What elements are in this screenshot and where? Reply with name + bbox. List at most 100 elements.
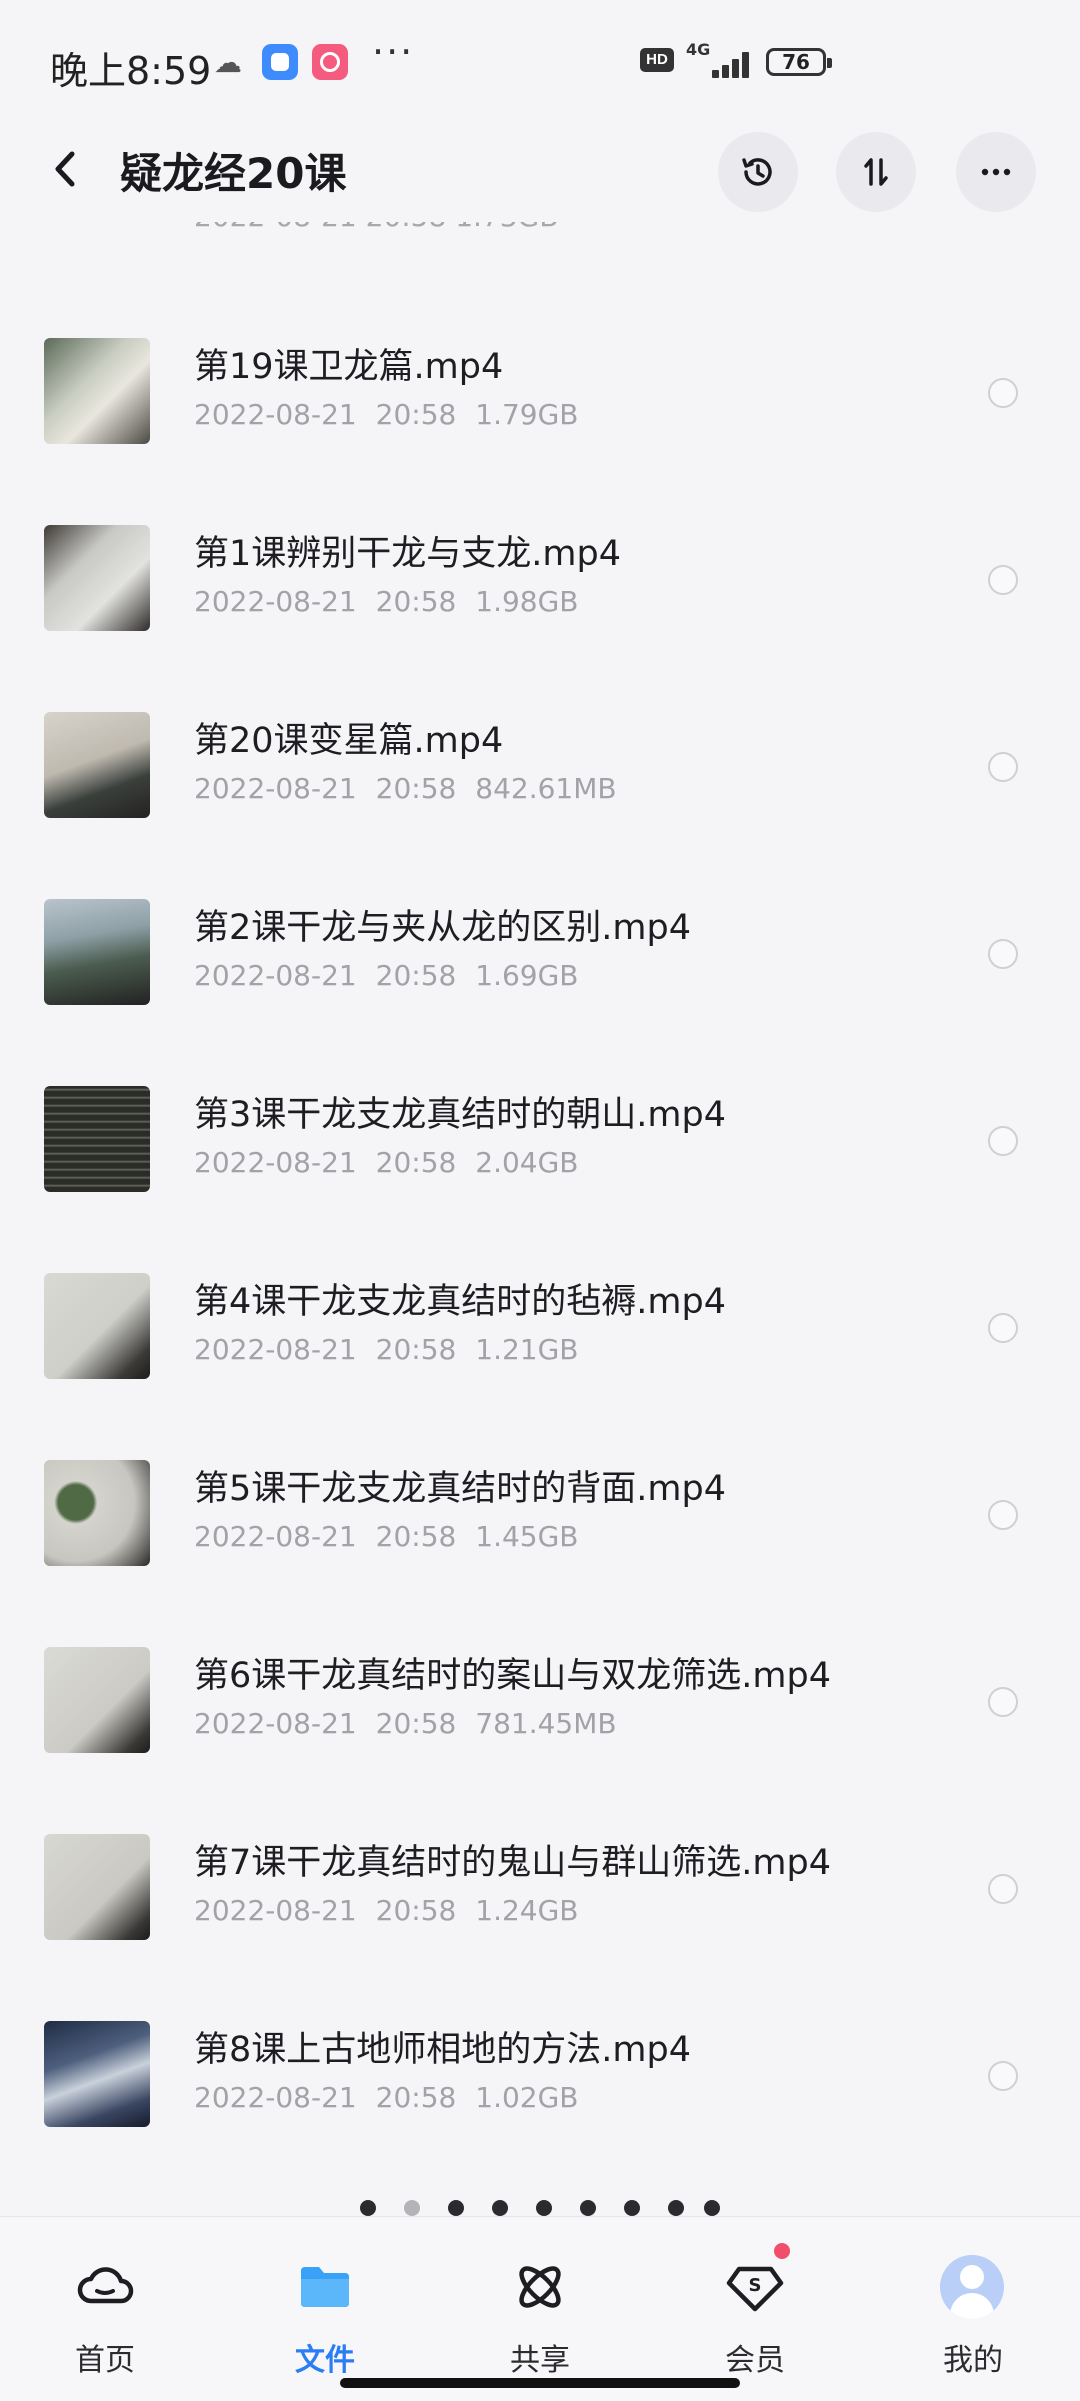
back-icon[interactable] [46, 144, 86, 194]
file-meta: 2022-08-21 20:58 1.45GB [194, 1520, 579, 1553]
file-name: 第4课干龙支龙真结时的毡褥.mp4 [194, 1282, 726, 1322]
file-size: 842.61MB [475, 772, 617, 805]
file-time: 20:58 [375, 772, 457, 805]
sort-button[interactable] [836, 132, 916, 212]
file-meta: 2022-08-21 20:58 1.02GB [194, 2081, 579, 2114]
notification-dot [774, 2243, 790, 2259]
home-indicator[interactable] [340, 2378, 740, 2388]
file-meta: 2022-08-21 20:58 2.04GB [194, 1146, 579, 1179]
nav-label: 我的 [943, 2343, 1003, 2378]
video-thumbnail [44, 2021, 150, 2127]
svg-text:S: S [749, 2275, 762, 2296]
file-time: 20:58 [375, 398, 457, 431]
file-date: 2022-08-21 [194, 772, 357, 805]
nav-member[interactable]: S 会员 [680, 2235, 830, 2385]
nav-home[interactable]: 首页 [30, 2235, 180, 2385]
more-notifications-icon: ··· [372, 30, 415, 74]
file-row[interactable]: 第5课干龙支龙真结时的背面.mp4 2022-08-21 20:58 1.45G… [0, 1450, 1080, 1637]
page-dot [668, 2200, 684, 2216]
avatar-icon [940, 2255, 1004, 2319]
file-meta: 2022-08-21 20:58 781.45MB [194, 1707, 617, 1740]
file-date: 2022-08-21 [194, 398, 357, 431]
file-row[interactable]: 第7课干龙真结时的鬼山与群山筛选.mp4 2022-08-21 20:58 1.… [0, 1824, 1080, 2011]
file-meta: 2022-08-21 20:58 1.79GB [194, 398, 579, 431]
member-diamond-icon: S [726, 2266, 784, 2312]
page-dot [492, 2200, 508, 2216]
nav-profile[interactable]: 我的 [898, 2235, 1048, 2385]
nav-files[interactable]: 文件 [250, 2235, 400, 2385]
file-row[interactable]: 第3课干龙支龙真结时的朝山.mp4 2022-08-21 20:58 2.04G… [0, 1076, 1080, 1263]
select-checkbox[interactable] [988, 2061, 1018, 2091]
page-dot [704, 2200, 720, 2216]
header-bar: 疑龙经20课 [0, 120, 1080, 220]
select-checkbox[interactable] [988, 1126, 1018, 1156]
file-row[interactable]: 第8课上古地师相地的方法.mp4 2022-08-21 20:58 1.02GB [0, 2011, 1080, 2198]
video-thumbnail [44, 525, 150, 631]
battery-icon: 76 [766, 48, 832, 76]
select-checkbox[interactable] [988, 378, 1018, 408]
file-list[interactable]: 2022-08-21 20:58 1.73GB 第19课卫龙篇.mp4 2022… [0, 222, 1080, 2202]
file-size: 1.79GB [475, 398, 579, 431]
hd-voice-icon: HD [640, 48, 674, 72]
video-thumbnail [44, 338, 150, 444]
status-time: 晚上8:59 [50, 49, 212, 93]
file-row[interactable]: 第2课干龙与夹从龙的区别.mp4 2022-08-21 20:58 1.69GB [0, 889, 1080, 1076]
file-row[interactable]: 第6课干龙真结时的案山与双龙筛选.mp4 2022-08-21 20:58 78… [0, 1637, 1080, 1824]
file-size: 1.21GB [475, 1333, 579, 1366]
status-bar: 晚上8:59 ☁ ··· HD 4G 76 [0, 0, 1080, 128]
nav-label: 首页 [75, 2343, 135, 2378]
file-row[interactable]: 第1课辨别干龙与支龙.mp4 2022-08-21 20:58 1.98GB [0, 515, 1080, 702]
select-checkbox[interactable] [988, 1500, 1018, 1530]
page-dot [448, 2200, 464, 2216]
file-date: 2022-08-21 [194, 1894, 357, 1927]
nav-share[interactable]: 共享 [465, 2235, 615, 2385]
video-thumbnail [44, 1647, 150, 1753]
file-meta: 2022-08-21 20:58 1.69GB [194, 959, 579, 992]
page-dot [360, 2200, 376, 2216]
select-checkbox[interactable] [988, 1687, 1018, 1717]
video-thumbnail [44, 899, 150, 1005]
file-row[interactable]: 第4课干龙支龙真结时的毡褥.mp4 2022-08-21 20:58 1.21G… [0, 1263, 1080, 1450]
video-thumbnail [44, 1086, 150, 1192]
file-time: 20:58 [375, 1707, 457, 1740]
select-checkbox[interactable] [988, 565, 1018, 595]
select-checkbox[interactable] [988, 1874, 1018, 1904]
video-thumbnail [44, 1460, 150, 1566]
file-date: 2022-08-21 [194, 959, 357, 992]
file-size: 1.24GB [475, 1894, 579, 1927]
file-name: 第6课干龙真结时的案山与双龙筛选.mp4 [194, 1656, 831, 1696]
page-dot [404, 2200, 420, 2216]
select-checkbox[interactable] [988, 752, 1018, 782]
file-row[interactable]: 第19课卫龙篇.mp4 2022-08-21 20:58 1.79GB [0, 328, 1080, 515]
file-size: 1.98GB [475, 585, 579, 618]
file-time: 20:58 [375, 2081, 457, 2114]
signal-icon [700, 48, 754, 78]
file-time: 20:58 [375, 1894, 457, 1927]
file-time: 20:58 [375, 585, 457, 618]
file-name: 第7课干龙真结时的鬼山与群山筛选.mp4 [194, 1843, 831, 1883]
video-thumbnail [44, 1834, 150, 1940]
app-notification-icon-2 [312, 44, 348, 80]
more-icon [981, 168, 1011, 176]
cloud-sync-icon: ☁ [214, 46, 242, 79]
nav-label: 会员 [725, 2343, 785, 2378]
file-time: 20:58 [375, 1333, 457, 1366]
select-checkbox[interactable] [988, 1313, 1018, 1343]
file-row[interactable]: 第20课变星篇.mp4 2022-08-21 20:58 842.61MB [0, 702, 1080, 889]
file-date: 2022-08-21 [194, 1146, 357, 1179]
share-orbit-icon [519, 2266, 561, 2308]
cloud-home-icon [77, 2267, 134, 2304]
file-name: 第19课卫龙篇.mp4 [194, 347, 504, 387]
history-button[interactable] [718, 132, 798, 212]
history-icon [742, 158, 772, 186]
select-checkbox[interactable] [988, 939, 1018, 969]
more-button[interactable] [956, 132, 1036, 212]
file-name: 第5课干龙支龙真结时的背面.mp4 [194, 1469, 726, 1509]
app-notification-icon [262, 44, 298, 80]
page-title: 疑龙经20课 [120, 149, 347, 198]
video-thumbnail [44, 1273, 150, 1379]
nav-label: 文件 [295, 2343, 355, 2378]
file-meta: 2022-08-21 20:58 1.21GB [194, 1333, 579, 1366]
file-size: 781.45MB [475, 1707, 617, 1740]
file-date: 2022-08-21 [194, 1707, 357, 1740]
